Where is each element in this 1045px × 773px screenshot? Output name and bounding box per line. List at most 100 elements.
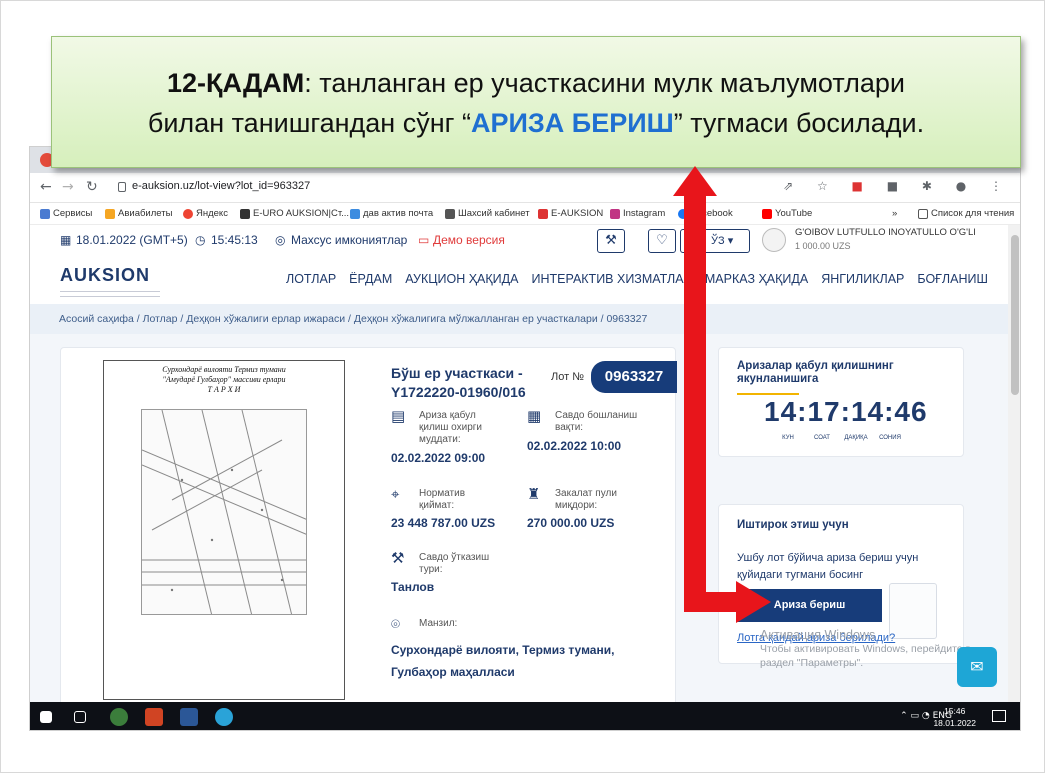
forward-icon[interactable]: → xyxy=(62,179,74,195)
scrollbar-thumb[interactable] xyxy=(1011,235,1019,395)
bookmark-services[interactable]: Сервисы xyxy=(40,208,92,219)
logo-subtitle-lines xyxy=(60,291,160,297)
instruction-line2-end: ” тугмаси босилади. xyxy=(673,108,925,138)
slide: ← → ↻ e-auksion.uz/lot-view?lot_id=96332… xyxy=(0,0,1045,773)
price-tag-icon: ⌖ xyxy=(391,485,400,503)
step-number: 12-ҚАДАМ xyxy=(167,68,305,98)
breadcrumb-home[interactable]: Асосий саҳифа xyxy=(59,313,134,325)
calendar-icon: ▦ xyxy=(527,407,542,425)
monitor-icon: ▭ xyxy=(418,233,430,247)
apply-button[interactable]: Ариза бериш xyxy=(737,589,882,622)
chat-icon[interactable]: ✉ xyxy=(957,647,997,687)
instruction-callout: 12-ҚАДАМ: танланган ер участкасини мулк … xyxy=(51,36,1021,168)
user-balance: 1 000.00 UZS xyxy=(795,241,851,251)
address-line2: Гулбаҳор маҳалласи xyxy=(391,665,515,679)
bookmark-avia[interactable]: Авиабилеты xyxy=(105,208,172,219)
countdown-underline xyxy=(737,393,799,395)
windows-taskbar: ⌃ ▭ ◔ ENG 15:46 18.01.2022 xyxy=(30,702,1020,730)
taskbar-clock[interactable]: 15:46 18.01.2022 xyxy=(933,705,976,729)
bookmark-euro-auksion[interactable]: E-URO AUKSION|Ст... xyxy=(240,208,349,219)
breadcrumb: Асосий саҳифа / Лотлар / Деҳқон хўжалиги… xyxy=(30,304,1020,334)
reload-icon[interactable]: ↻ xyxy=(86,179,98,195)
task-view-icon[interactable] xyxy=(74,711,86,723)
breadcrumb-lots[interactable]: Лотлар xyxy=(143,313,178,325)
address-bar-row: ← → ↻ e-auksion.uz/lot-view?lot_id=96332… xyxy=(30,173,1020,203)
bookmark-e-auksion[interactable]: E-AUKSION xyxy=(538,208,603,219)
menu-item-help[interactable]: ЁРДАМ xyxy=(349,272,392,286)
bookmark-cabinet[interactable]: Шахсий кабинет xyxy=(445,208,530,219)
user-avatar[interactable] xyxy=(762,228,786,252)
bookmark-mail[interactable]: дав актив почта xyxy=(350,208,433,219)
countdown-units: КУН СОАТ ДАҚИҚА СОНИЯ xyxy=(782,435,901,441)
menu-item-about-center[interactable]: МАРКАЗ ҲАҚИДА xyxy=(705,272,808,286)
deadline-value: 02.02.2022 09:00 xyxy=(391,451,486,465)
menu-item-about-auction[interactable]: АУКЦИОН ҲАҚИДА xyxy=(405,272,518,286)
breadcrumb-farm-rent[interactable]: Деҳқон хўжалиги ерлар ижараси xyxy=(186,313,345,325)
deposit-value: 270 000.00 UZS xyxy=(527,516,615,530)
word-icon[interactable] xyxy=(180,708,198,726)
address-line1: Сурхондарё вилояти, Термиз тумани, xyxy=(391,643,615,657)
auction-start-value: 02.02.2022 10:00 xyxy=(527,439,622,453)
deposit-info: ♜ Закалат пули миқдори: 270 000.00 UZS xyxy=(527,485,667,538)
language-select[interactable]: ЎЗ ▾ xyxy=(680,229,750,253)
windows-start-icon[interactable] xyxy=(40,711,52,723)
menu-item-news[interactable]: ЯНГИЛИКЛАР xyxy=(821,272,904,286)
auction-type-label: Савдо ўтказиш тури: xyxy=(419,552,490,575)
countdown-card: Аризалар қабул қилишнинг якунланишига 14… xyxy=(718,347,964,457)
user-name[interactable]: G'OIBOV LUTFULLO INOYATULLO O'G'LI xyxy=(795,227,976,238)
menu-item-lots[interactable]: ЛОТЛАР xyxy=(286,272,336,286)
deadline-label: Ариза қабул қилиш охирги муддати: xyxy=(419,410,483,445)
normative-value-info: ⌖ Норматив қиймат: 23 448 787.00 UZS xyxy=(391,485,521,538)
accessibility-icon: ◎ xyxy=(275,233,286,247)
gavel-icon: ⚒ xyxy=(391,549,405,567)
site-logo[interactable]: AUKSION xyxy=(60,265,150,286)
calendar-check-icon: ▤ xyxy=(391,407,406,425)
plan-map xyxy=(141,409,307,615)
chrome-icon[interactable] xyxy=(110,708,128,726)
powerpoint-icon[interactable] xyxy=(145,708,163,726)
deadline-info: ▤ Ариза қабул қилиш охирги муддати: 02.0… xyxy=(391,407,521,480)
special-features-link[interactable]: Махсус имкониятлар xyxy=(291,233,407,247)
menu-item-contact[interactable]: БОҒЛАНИШ xyxy=(917,272,988,286)
breadcrumb-farm-plots[interactable]: Деҳқон хўжалигига мўлжалланган ер участк… xyxy=(354,313,598,325)
bookmarks-more[interactable]: » xyxy=(892,208,897,219)
instruction-line1: : танланган ер участкасини мулк маълумот… xyxy=(304,68,905,98)
lot-card: Сурхондарё вилояти Термиз тумани "Амудар… xyxy=(60,347,677,707)
bookmark-yandex[interactable]: Яндекс xyxy=(183,208,228,219)
instruction-text: 12-ҚАДАМ: танланган ер участкасини мулк … xyxy=(52,63,1020,143)
site-date: 18.01.2022 (GMT+5) xyxy=(76,233,188,247)
location-pin-icon: ⌾ xyxy=(391,615,401,633)
auction-hammer-button[interactable]: ⚒ xyxy=(597,229,625,253)
money-bag-icon: ♜ xyxy=(527,485,541,503)
bookmark-instagram[interactable]: Instagram xyxy=(610,208,665,219)
notifications-icon[interactable] xyxy=(992,710,1006,722)
favorites-heart-button[interactable]: ♡ xyxy=(648,229,676,253)
menu: ЛОТЛАР ЁРДАМ АУКЦИОН ҲАҚИДА ИНТЕРАКТИВ Х… xyxy=(286,272,1001,286)
lot-title-line1: Бўш ер участкаси - xyxy=(391,365,523,381)
browser-screenshot: ← → ↻ e-auksion.uz/lot-view?lot_id=96332… xyxy=(29,146,1021,731)
auction-type-value: Танлов xyxy=(391,580,435,594)
lot-number-label: Лот № xyxy=(551,371,584,383)
menu-item-interactive-services[interactable]: ИНТЕРАКТИВ ХИЗМАТЛАР xyxy=(531,272,691,286)
participation-text: Ушбу лот бўйича ариза бериш учун қуйидаг… xyxy=(737,552,919,581)
lot-plan-image[interactable]: Сурхондарё вилояти Термиз тумани "Амудар… xyxy=(103,360,345,700)
lot-number-badge: 0963327 xyxy=(591,361,677,393)
back-icon[interactable]: ← xyxy=(40,179,52,195)
main-navigation: AUKSION ЛОТЛАР ЁРДАМ АУКЦИОН ҲАҚИДА ИНТЕ… xyxy=(30,257,1020,303)
url-field[interactable]: e-auksion.uz/lot-view?lot_id=963327 xyxy=(132,180,310,192)
normative-label: Норматив қиймат: xyxy=(419,488,466,511)
lot-title-line2: Y1722220-01960/016 xyxy=(391,384,526,400)
plan-title-line2: "Амударё Гулбаҳор" массиви ерлари xyxy=(162,375,286,384)
bookmark-facebook[interactable]: Facebook xyxy=(678,208,733,219)
plan-title-line1: Сурхондарё вилояти Термиз тумани xyxy=(162,365,286,374)
instruction-line2-start: билан танишгандан сўнг “ xyxy=(147,108,471,138)
participation-title: Иштирок этиш учун xyxy=(737,519,849,531)
telegram-icon[interactable] xyxy=(215,708,233,726)
plan-title-line3: Т А Р Х И xyxy=(207,385,241,394)
reading-list[interactable]: Список для чтения xyxy=(918,208,1014,219)
calendar-icon: ▦ xyxy=(60,233,72,247)
instruction-highlight: АРИЗА БЕРИШ xyxy=(470,108,674,138)
demo-version-link[interactable]: Демо версия xyxy=(433,233,505,247)
browser-toolbar-icons[interactable]: ⇗ ☆ ■ ■ ✱ ● ⋮ xyxy=(783,179,1012,193)
bookmark-youtube[interactable]: YouTube xyxy=(762,208,812,219)
